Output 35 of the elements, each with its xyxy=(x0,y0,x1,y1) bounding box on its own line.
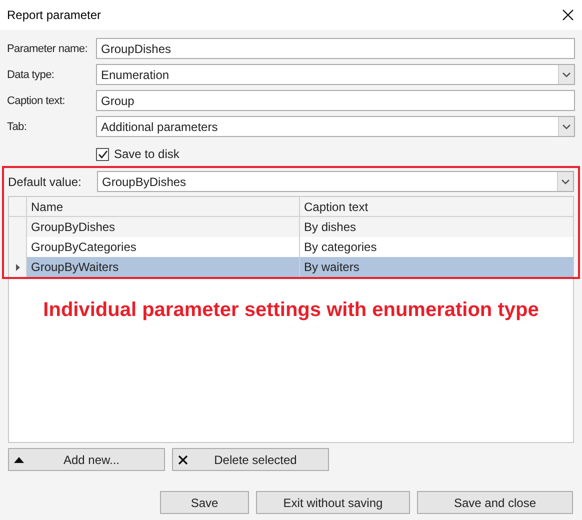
text-field[interactable]: Group xyxy=(96,90,575,111)
column-header[interactable]: Caption text xyxy=(300,197,573,216)
row-pointer-icon xyxy=(16,264,20,270)
close-icon[interactable] xyxy=(562,9,574,21)
chevron-down-icon xyxy=(561,178,570,184)
table-row[interactable]: GroupByWaiters By waiters xyxy=(9,257,573,277)
checkbox[interactable] xyxy=(96,148,109,160)
column-header[interactable]: Name xyxy=(27,197,300,216)
footer-button[interactable]: Save xyxy=(160,491,249,514)
field-label: Data type: xyxy=(7,69,54,82)
footer-button[interactable]: Save and close xyxy=(417,491,573,514)
window-title: Report parameter xyxy=(7,7,102,24)
footer-button[interactable]: Exit without saving xyxy=(256,491,410,514)
dropdown-field[interactable]: Enumeration xyxy=(96,64,575,85)
dropdown-field[interactable]: GroupByDishes xyxy=(97,171,574,192)
add-button[interactable]: Add new... xyxy=(8,448,165,471)
dropdown-field[interactable]: Additional parameters xyxy=(96,116,575,137)
chevron-down-icon xyxy=(562,124,571,130)
chevron-down-icon xyxy=(562,72,571,78)
delete-button[interactable]: Delete selected xyxy=(172,448,329,471)
field-label: Default value: xyxy=(8,174,82,190)
field-label: Tab: xyxy=(7,121,27,134)
table-cell-text: By dishes xyxy=(303,219,358,236)
checkbox-label: Save to disk xyxy=(114,146,180,163)
table-cell: GroupByWaiters xyxy=(27,257,300,277)
annotation-text: Individual parameter settings with enumeration type xyxy=(43,298,539,323)
triangle-up-icon xyxy=(14,456,24,462)
table-row[interactable]: GroupByDishes By dishes xyxy=(9,217,573,237)
checkmark-icon xyxy=(98,150,108,158)
cross-icon xyxy=(178,454,188,464)
table-cell-text: By categories xyxy=(303,239,378,256)
field-label: Parameter name: xyxy=(7,43,88,56)
field-label: Caption text: xyxy=(7,95,65,108)
text-field[interactable]: GroupDishes xyxy=(96,38,575,59)
table-cell-text: By waiters xyxy=(303,259,360,276)
